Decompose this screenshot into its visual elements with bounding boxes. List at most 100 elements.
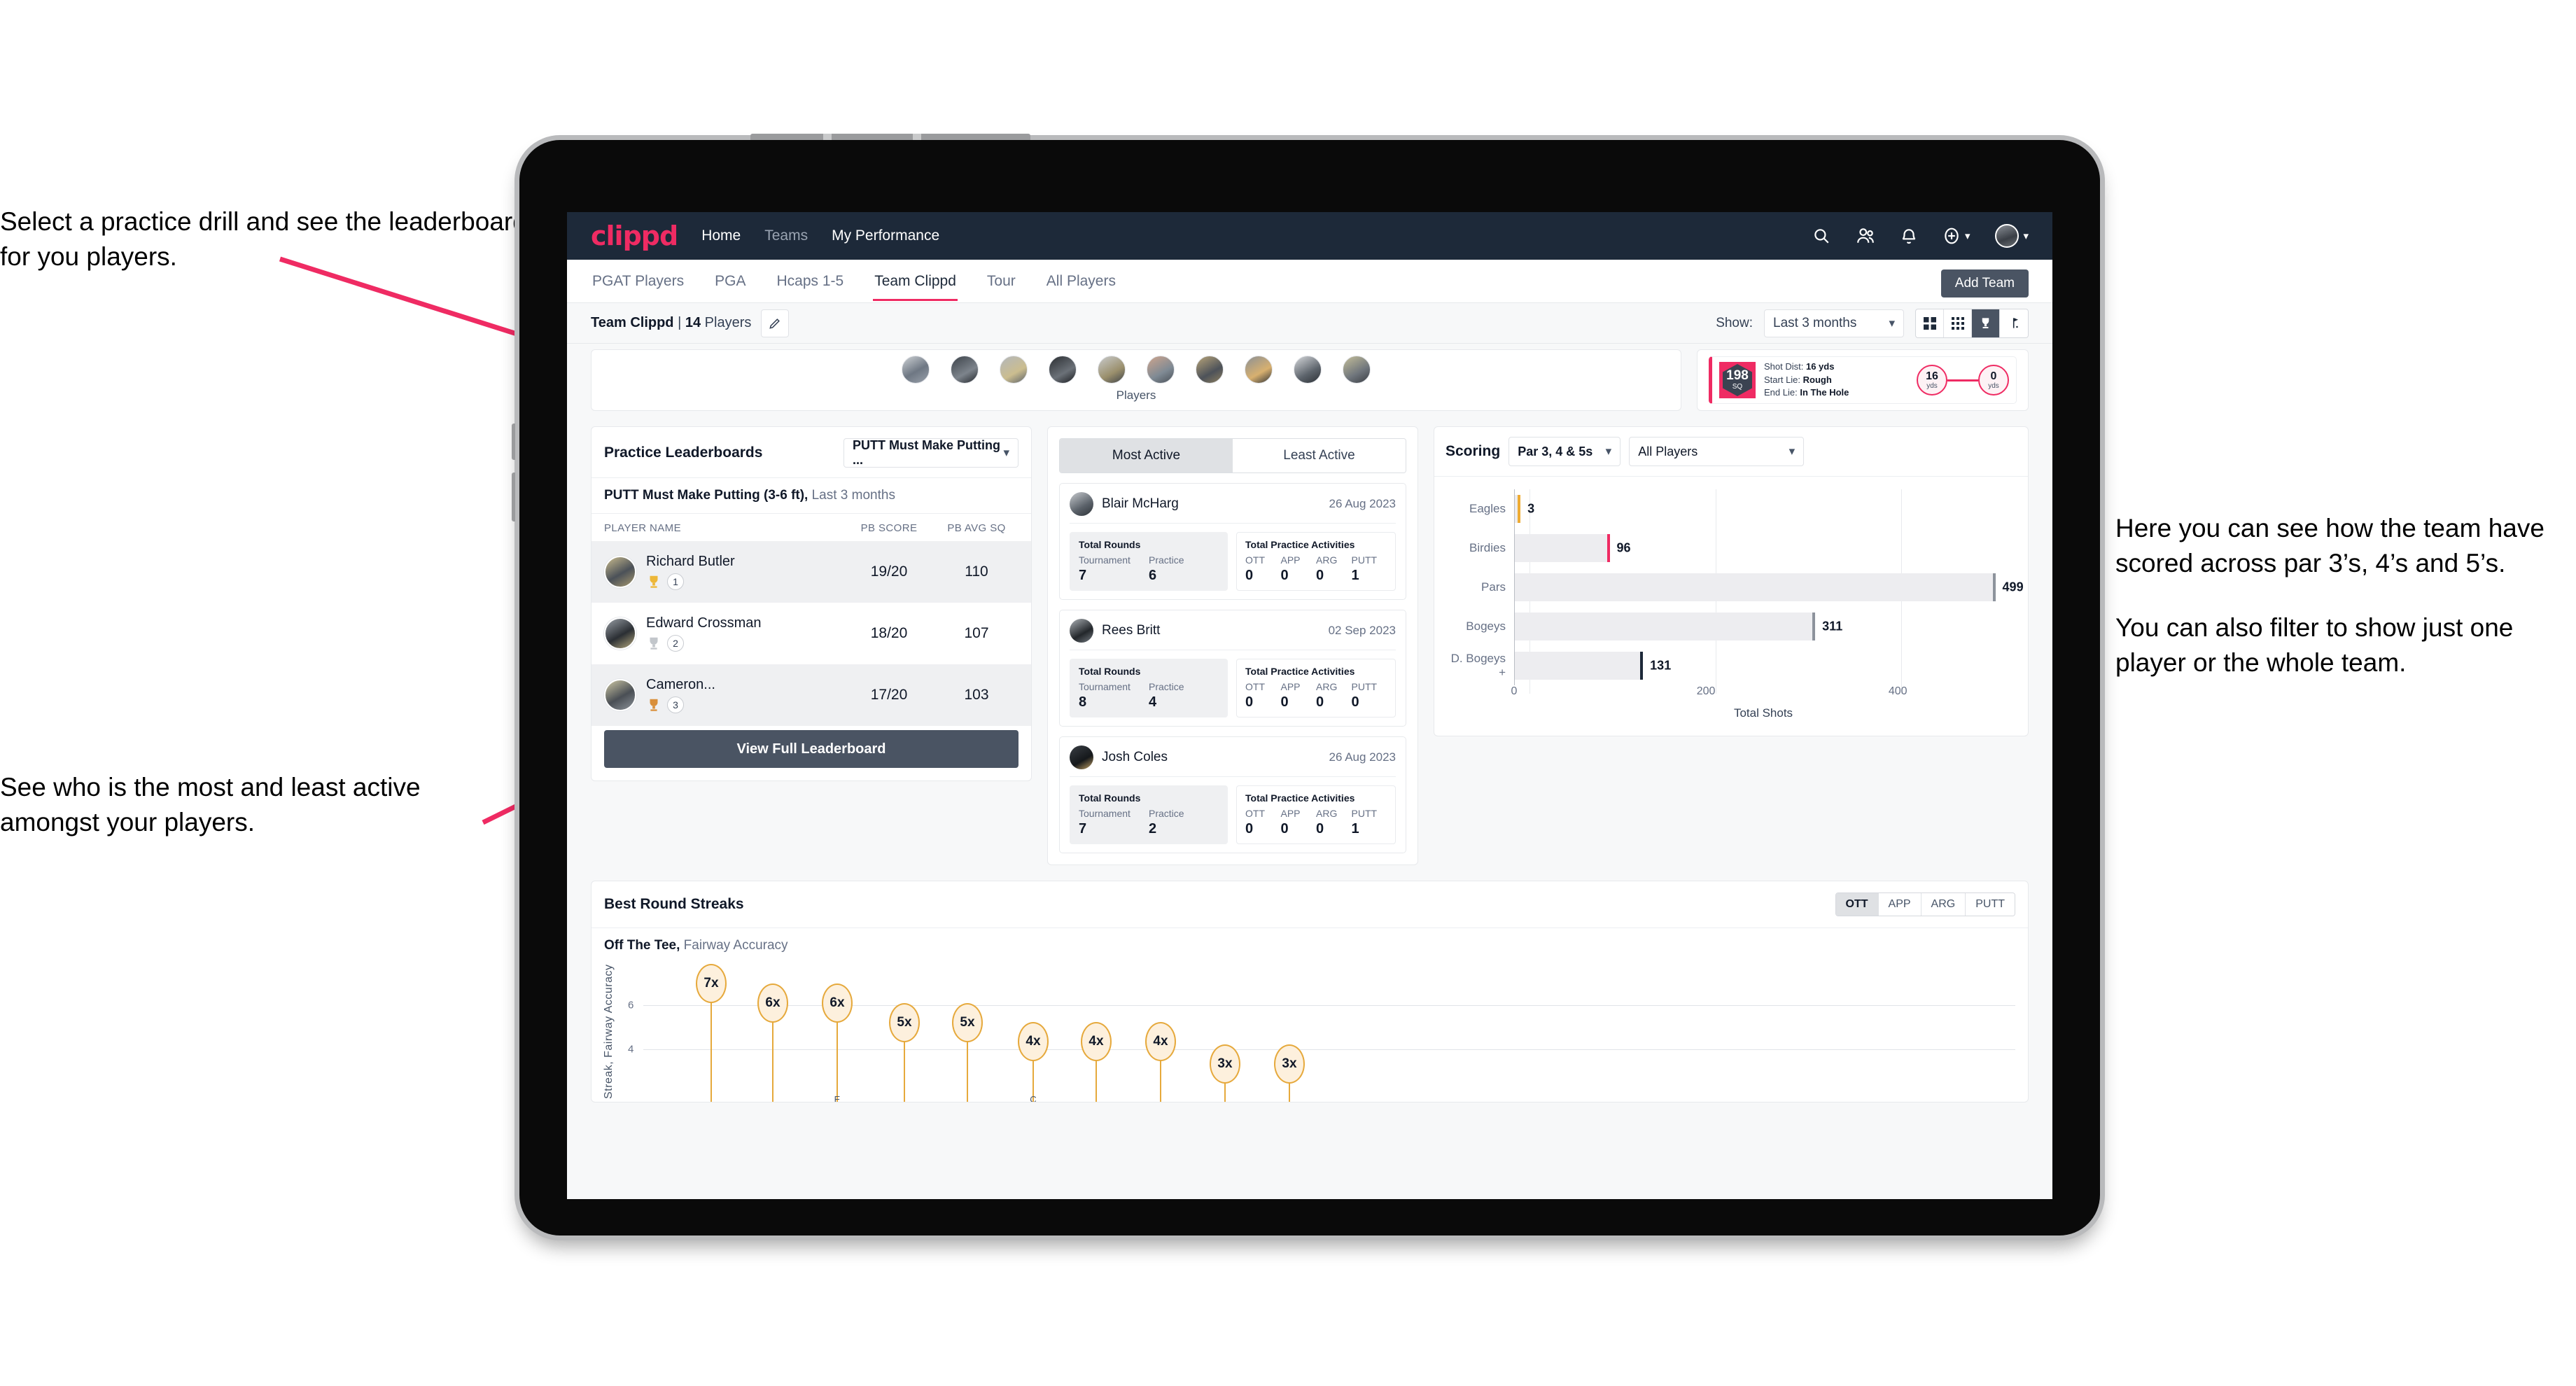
end-lie-line: End Lie: In The Hole bbox=[1764, 386, 1849, 400]
table-row[interactable]: Edward Crossman 2 18/20 107 bbox=[592, 603, 1031, 664]
grid-large-icon[interactable] bbox=[1916, 309, 1944, 337]
shot-dist-key: Shot Dist: bbox=[1764, 360, 1804, 372]
bell-icon[interactable] bbox=[1900, 227, 1917, 245]
player-name: Richard Butler bbox=[646, 554, 735, 569]
total-rounds-box: Total Rounds Tournament 8 Practice 4 bbox=[1070, 659, 1228, 718]
pb-avg-sq-value: 103 bbox=[964, 687, 989, 703]
streak-marker[interactable]: 3x bbox=[1274, 1044, 1305, 1084]
view-full-leaderboard-button[interactable]: View Full Leaderboard bbox=[604, 730, 1018, 768]
tab-pgat-players[interactable]: PGAT Players bbox=[591, 262, 685, 301]
activity-player-card[interactable]: Blair McHarg 26 Aug 2023 Total Rounds To… bbox=[1059, 483, 1406, 600]
tab-tour[interactable]: Tour bbox=[986, 262, 1017, 301]
activity-date: 26 Aug 2023 bbox=[1329, 750, 1396, 764]
toolbar-right-controls: Show: Last 3 months ▾ bbox=[1716, 308, 2029, 338]
streak-marker[interactable]: 5x bbox=[889, 1003, 920, 1042]
avatar bbox=[1070, 492, 1093, 516]
streak-marker[interactable]: 7x bbox=[696, 964, 727, 1003]
activity-player-card[interactable]: Josh Coles 26 Aug 2023 Total Rounds Tour… bbox=[1059, 736, 1406, 853]
edit-team-button[interactable] bbox=[761, 309, 790, 337]
practice-arg-value: 0 bbox=[1316, 568, 1324, 583]
avatar[interactable] bbox=[1098, 356, 1126, 384]
trophy-icon[interactable] bbox=[1972, 309, 2000, 337]
avatar[interactable] bbox=[951, 356, 979, 384]
player-name: Edward Crossman bbox=[646, 615, 762, 631]
tab-pga[interactable]: PGA bbox=[713, 262, 747, 301]
practice-leaderboards-card: Practice Leaderboards PUTT Must Make Put… bbox=[591, 426, 1032, 781]
toggle-putt[interactable]: PUTT bbox=[1966, 893, 2015, 916]
add-team-button[interactable]: Add Team bbox=[1940, 270, 2029, 298]
tab-hcaps-1-5[interactable]: Hcaps 1-5 bbox=[775, 262, 845, 301]
avatar[interactable] bbox=[1049, 356, 1077, 384]
toggle-ott[interactable]: OTT bbox=[1835, 893, 1879, 916]
toggle-arg[interactable]: ARG bbox=[1921, 893, 1966, 916]
shot-detail-inner: 198 SQ Shot Dist: 16 yds Start Lie: Roug… bbox=[1709, 356, 2017, 404]
app-top-bar: clippd Home Teams My Performance ▾ ▾ bbox=[567, 212, 2052, 260]
avatar[interactable] bbox=[1343, 356, 1371, 384]
toggle-app[interactable]: APP bbox=[1878, 893, 1921, 916]
player-filter-select[interactable]: All Players ▾ bbox=[1629, 437, 1805, 466]
chevron-down-icon: ▾ bbox=[1788, 444, 1795, 458]
streak-marker[interactable]: 6x bbox=[822, 983, 853, 1023]
practice-app: APP 0 bbox=[1281, 808, 1317, 837]
streak-marker[interactable]: 5x bbox=[952, 1003, 983, 1042]
practice-ott-value: 0 bbox=[1245, 821, 1254, 836]
practice-ott-key: OTT bbox=[1245, 808, 1265, 819]
practice-arg: ARG 0 bbox=[1316, 554, 1352, 584]
drill-select[interactable]: PUTT Must Make Putting ... ▾ bbox=[844, 438, 1018, 468]
people-icon[interactable] bbox=[1856, 227, 1875, 245]
leaderboard-column-headers: PLAYER NAME PB SCORE PB AVG SQ bbox=[592, 513, 1031, 541]
tab-all-players[interactable]: All Players bbox=[1045, 262, 1117, 301]
search-icon[interactable] bbox=[1812, 227, 1830, 245]
rounds-tournament: Tournament 8 bbox=[1079, 681, 1149, 710]
avatar[interactable] bbox=[902, 356, 930, 384]
bar-value: 499 bbox=[2002, 580, 2024, 594]
top-row: Players 198 SQ Shot Dist: 16 yds Start L… bbox=[591, 344, 2029, 411]
nav-item-home[interactable]: Home bbox=[701, 227, 741, 244]
show-label: Show: bbox=[1716, 315, 1753, 330]
activity-player-card[interactable]: Rees Britt 02 Sep 2023 Total Rounds Tour… bbox=[1059, 610, 1406, 727]
x-tick-400: 400 bbox=[1888, 685, 1907, 697]
nav-item-my-performance[interactable]: My Performance bbox=[832, 227, 939, 244]
streak-marker[interactable]: 6x bbox=[757, 983, 788, 1023]
avatar[interactable] bbox=[1196, 356, 1224, 384]
avatar[interactable] bbox=[1147, 356, 1175, 384]
y-tick-4: 4 bbox=[628, 1043, 634, 1056]
avatar bbox=[604, 556, 636, 588]
flag-icon[interactable] bbox=[2000, 309, 2028, 337]
table-row[interactable]: Cameron... 3 17/20 103 bbox=[592, 664, 1031, 726]
column-pb-score: PB SCORE bbox=[860, 522, 918, 534]
avatar bbox=[604, 617, 636, 650]
team-toolbar: Team Clippd | 14 Players Show: Last 3 mo… bbox=[567, 303, 2052, 344]
practice-app: APP 0 bbox=[1281, 681, 1317, 710]
avatar[interactable] bbox=[1294, 356, 1322, 384]
user-avatar[interactable]: ▾ bbox=[1995, 224, 2029, 248]
streak-marker[interactable]: 3x bbox=[1210, 1044, 1240, 1084]
tab-most-active[interactable]: Most Active bbox=[1060, 439, 1233, 472]
start-lie-key: Start Lie: bbox=[1764, 374, 1801, 385]
tab-least-active[interactable]: Least Active bbox=[1233, 439, 1406, 472]
streaks-metric-name: Fairway Accuracy bbox=[683, 938, 788, 953]
date-range-select[interactable]: Last 3 months ▾ bbox=[1764, 309, 1904, 337]
par-filter-select[interactable]: Par 3, 4 & 5s ▾ bbox=[1508, 437, 1621, 466]
practice-activities-title: Total Practice Activities bbox=[1245, 666, 1355, 677]
clippd-logo[interactable]: clippd bbox=[591, 220, 678, 251]
nav-item-teams[interactable]: Teams bbox=[764, 227, 808, 244]
plus-circle-icon[interactable]: ▾ bbox=[1942, 227, 1970, 245]
bar-track: 499 bbox=[1514, 568, 2024, 607]
streak-marker[interactable]: 4x bbox=[1018, 1022, 1049, 1061]
streak-marker[interactable]: 4x bbox=[1081, 1022, 1112, 1061]
total-rounds-values: Tournament 8 Practice 4 bbox=[1079, 681, 1219, 710]
scoring-card: Scoring Par 3, 4 & 5s ▾ All Players ▾ Ea… bbox=[1434, 426, 2029, 736]
shot-quality-badge: 198 SQ bbox=[1719, 362, 1756, 398]
avatar[interactable] bbox=[1245, 356, 1273, 384]
grid-small-icon[interactable] bbox=[1944, 309, 1972, 337]
activity-player-body: Total Rounds Tournament 7 Practice 6 Tot… bbox=[1070, 523, 1396, 591]
avatar bbox=[1070, 619, 1093, 643]
bar-track: 96 bbox=[1514, 528, 2012, 568]
tab-team-clippd[interactable]: Team Clippd bbox=[873, 262, 958, 301]
player-badges: 1 bbox=[646, 573, 844, 590]
table-row[interactable]: Richard Butler 1 19/20 110 bbox=[592, 541, 1031, 603]
rounds-tournament-key: Tournament bbox=[1079, 808, 1130, 819]
avatar[interactable] bbox=[1000, 356, 1028, 384]
streak-marker[interactable]: 4x bbox=[1145, 1022, 1176, 1061]
